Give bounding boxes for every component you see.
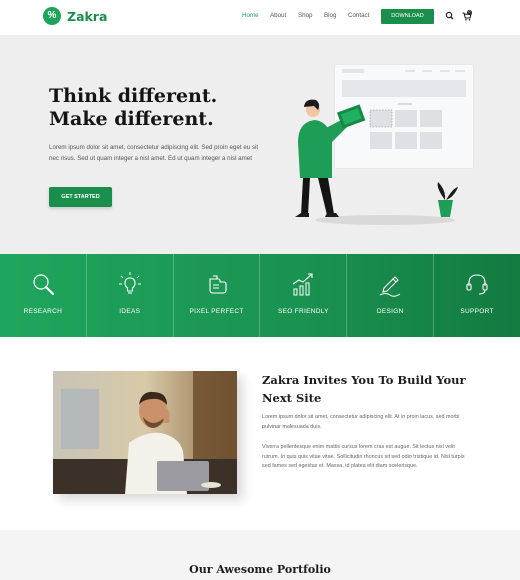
feature-pixel-perfect-label: PIXEL PERFECT <box>189 308 244 315</box>
feature-design-label: DESIGN <box>376 308 404 315</box>
feature-ideas[interactable]: IDEAS <box>87 254 174 337</box>
nav-shop[interactable]: Shop <box>298 12 312 19</box>
about-paragraph-2: Viverra pellentesque enim mattis cursus … <box>262 444 465 469</box>
hero-title: Think different. Make different. <box>49 85 217 131</box>
logo-icon: % <box>43 7 61 25</box>
feature-design[interactable]: DESIGN <box>347 254 435 337</box>
illustration-plant <box>437 182 458 217</box>
cart-count-badge: 0 <box>467 10 472 15</box>
feature-support-label: SUPPORT <box>460 308 494 315</box>
feature-pixel-perfect[interactable]: PIXEL PERFECT <box>174 254 261 337</box>
download-button[interactable]: DOWNLOAD <box>381 9 434 24</box>
nav-home[interactable]: Home <box>242 12 259 19</box>
magnifier-icon <box>33 274 55 296</box>
search-icon[interactable] <box>444 10 456 22</box>
illustration-browser-logo <box>342 69 364 73</box>
features-bar: RESEARCH IDEAS PIXEL PERFECT SEO FRIENDL… <box>0 254 520 337</box>
feature-research-label: RESEARCH <box>23 308 63 315</box>
feature-seo-friendly-label: SEO FRIENDLY <box>278 308 329 315</box>
nav-about[interactable]: About <box>270 12 286 19</box>
pen-icon <box>379 276 401 297</box>
get-started-button[interactable]: GET STARTED <box>49 187 112 207</box>
growth-chart-icon <box>293 273 313 296</box>
hero-description: Lorem ipsum dolor sit amet, consectetur … <box>49 144 259 162</box>
feature-research[interactable]: RESEARCH <box>0 254 87 337</box>
feature-ideas-label: IDEAS <box>119 308 141 315</box>
feature-support[interactable]: SUPPORT <box>434 254 520 337</box>
about-paragraph-1: Lorem ipsum dolor sit amet, consectetur … <box>262 414 460 430</box>
site-header: % Zakra Home About Shop Blog Contact DOW… <box>0 0 520 35</box>
headset-icon <box>466 274 488 295</box>
illustration-banner <box>342 80 466 97</box>
lightbulb-icon <box>118 272 141 294</box>
hand-icon <box>209 275 227 294</box>
hero-title-line1: Think different. <box>49 85 218 107</box>
portfolio-title: Our Awesome Portfolio <box>189 563 331 576</box>
about-photo <box>53 371 237 494</box>
feature-seo-friendly[interactable]: SEO FRIENDLY <box>260 254 348 337</box>
hero-title-line2: Make different. <box>49 108 214 130</box>
hero-illustration <box>295 64 474 225</box>
nav-contact[interactable]: Contact <box>348 12 369 19</box>
logo[interactable]: % Zakra <box>43 7 107 25</box>
logo-text: Zakra <box>67 8 108 24</box>
nav-blog[interactable]: Blog <box>324 12 336 19</box>
about-title: Zakra Invites You To Build Your Next Sit… <box>262 373 466 405</box>
